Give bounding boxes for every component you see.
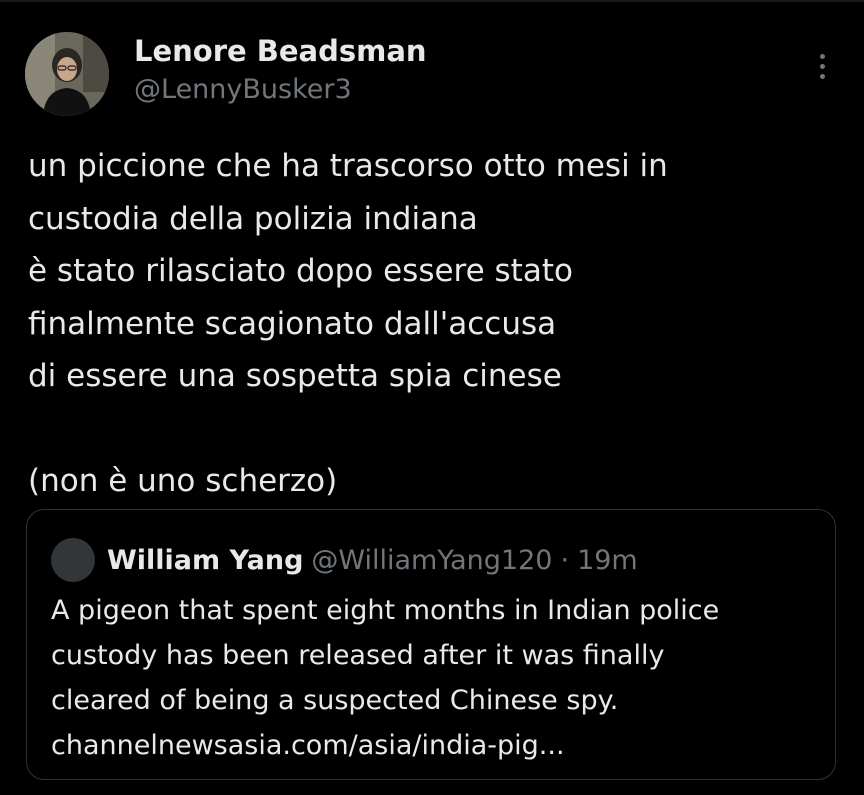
author-avatar[interactable]: [25, 32, 109, 116]
quoted-tweet-text-line: cleared of being a suspected Chinese spy…: [51, 685, 619, 716]
quoted-tweet-card[interactable]: William Yang @WilliamYang120 · 19m A pig…: [26, 509, 836, 780]
quoted-tweet-header: William Yang @WilliamYang120 · 19m: [107, 538, 638, 582]
quoted-tweet-text-line: custody has been released after it was f…: [51, 640, 665, 671]
more-vertical-icon: [819, 73, 825, 79]
tweet-text-line: di essere una sospetta spia cinese: [28, 358, 562, 394]
tweet-text: un piccione che ha trascorso otto mesi i…: [28, 140, 838, 508]
quoted-tweet-text: A pigeon that spent eight months in Indi…: [51, 588, 821, 768]
quoted-author-avatar[interactable]: [51, 538, 95, 582]
author-display-name[interactable]: Lenore Beadsman: [134, 34, 427, 68]
tweet-text-line: è stato rilasciato dopo essere stato: [28, 253, 573, 289]
author-handle[interactable]: @LennyBusker3: [134, 74, 352, 105]
tweet-text-line: [28, 403, 838, 456]
author-avatar-image: [25, 32, 109, 116]
quoted-author-handle[interactable]: @WilliamYang120: [311, 545, 552, 576]
tweet-text-line: (non è uno scherzo): [28, 463, 338, 499]
more-options-button[interactable]: [808, 48, 836, 84]
tweet-text-line: finalmente scagionato dall'accusa: [28, 305, 557, 342]
quoted-tweet-text-line: A pigeon that spent eight months in Indi…: [51, 595, 720, 626]
tweet-text-line: un piccione che ha trascorso otto mesi i…: [28, 148, 668, 184]
quoted-tweet-link[interactable]: channelnewsasia.com/asia/india-pig...: [51, 723, 821, 768]
quoted-author-display-name[interactable]: William Yang: [107, 545, 303, 576]
quoted-tweet-separator: ·: [560, 544, 570, 576]
tweet-text-line: custodia della polizia indiana: [28, 200, 478, 237]
top-divider: [0, 0, 864, 2]
more-vertical-icon: [819, 63, 825, 69]
more-vertical-icon: [819, 53, 825, 59]
quoted-tweet-timestamp[interactable]: 19m: [577, 545, 638, 576]
